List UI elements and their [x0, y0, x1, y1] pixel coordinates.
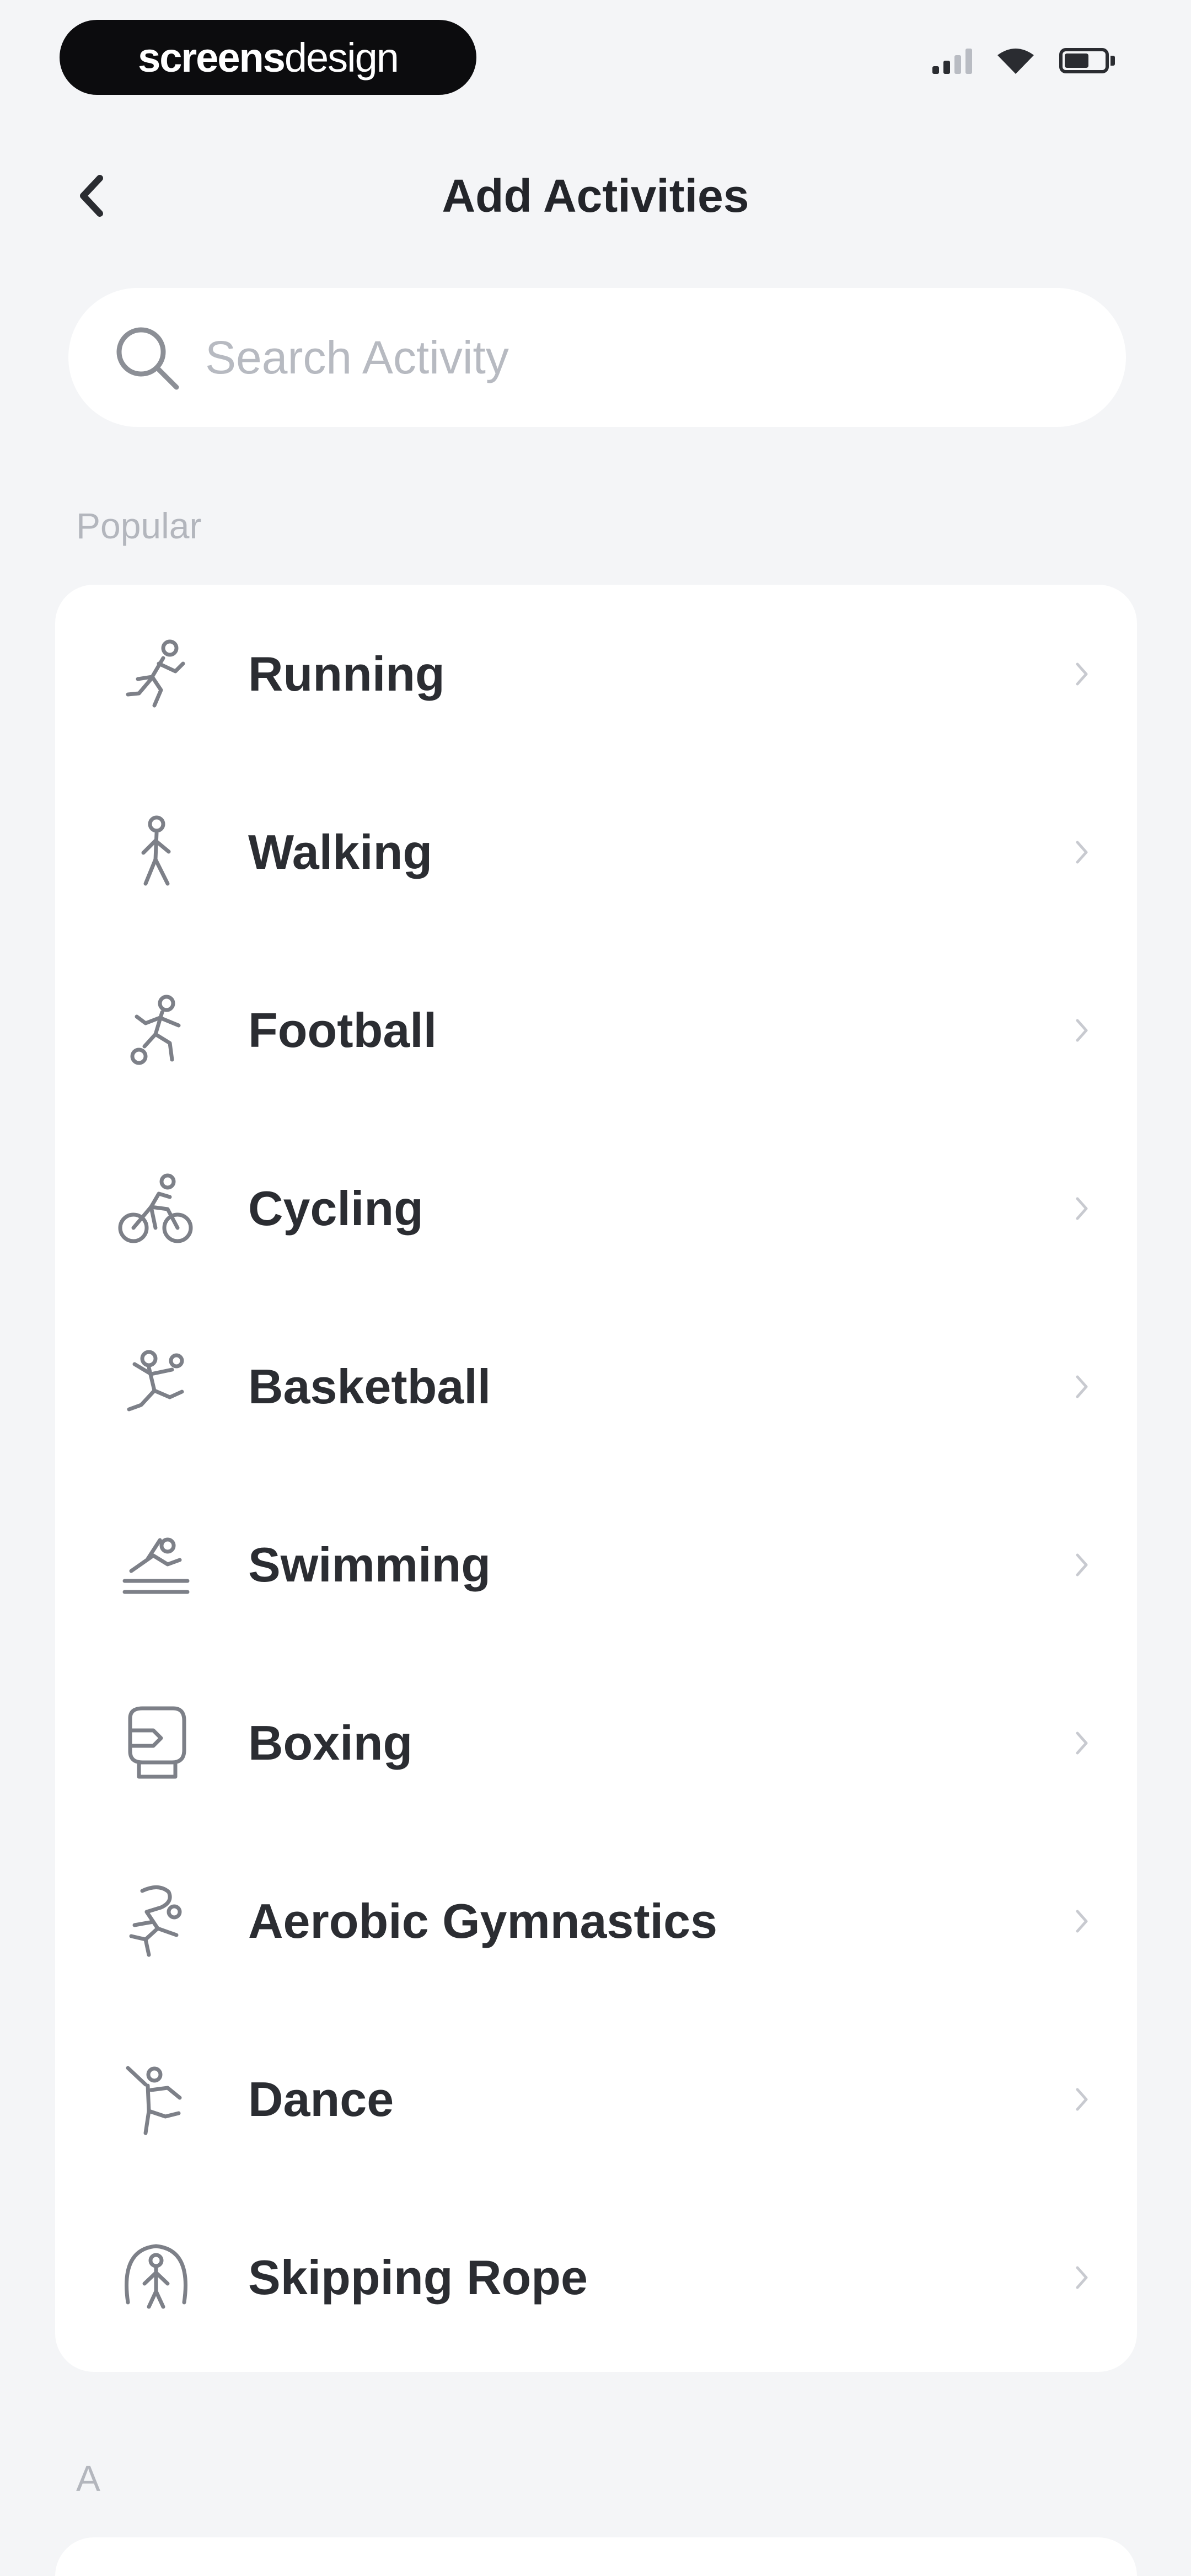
- chevron-right-icon: [1065, 836, 1098, 869]
- activity-label: Dance: [248, 2071, 394, 2126]
- chevron-right-icon: [1065, 2083, 1098, 2116]
- search-input[interactable]: [205, 330, 1087, 384]
- chevron-right-icon: [1065, 2261, 1098, 2294]
- wifi-icon: [997, 49, 1034, 74]
- activity-item-skipping-rope[interactable]: Skipping Rope: [55, 2188, 1137, 2366]
- activity-item-dance[interactable]: Dance: [55, 2010, 1137, 2188]
- brand-logo-light: design: [284, 34, 399, 81]
- activity-item-running[interactable]: Running: [55, 585, 1137, 763]
- boxing-icon: [115, 1702, 197, 1784]
- status-bar: screens design: [0, 0, 1191, 127]
- running-icon: [115, 633, 197, 715]
- activity-label: Swimming: [248, 1537, 491, 1592]
- activity-label: Football: [248, 1002, 437, 1057]
- activity-item-football[interactable]: Football: [55, 941, 1137, 1119]
- dance-icon: [115, 2058, 197, 2141]
- swimming-icon: [115, 1524, 197, 1606]
- page-title: Add Activities: [442, 170, 749, 222]
- activity-label: Skipping Rope: [248, 2249, 588, 2305]
- a-activities-list: [55, 2537, 1137, 2576]
- activity-item-basketball[interactable]: Basketball: [55, 1297, 1137, 1476]
- signal-icon: [932, 47, 972, 74]
- walking-icon: [115, 811, 197, 894]
- activity-label: Walking: [248, 824, 433, 879]
- brand-logo-bold: screens: [138, 34, 286, 81]
- nav-header: Add Activities: [0, 143, 1191, 243]
- status-icons: [932, 46, 1115, 75]
- search-icon: [116, 327, 179, 390]
- popular-activities-list: Running Walking Football Cycling Basketb…: [55, 585, 1137, 2372]
- activity-label: Aerobic Gymnastics: [248, 1893, 717, 1948]
- brand-logo: screens design: [60, 20, 476, 95]
- chevron-right-icon: [1065, 1192, 1098, 1225]
- aerobic-gymnastics-icon: [115, 1880, 197, 1963]
- section-label-popular: Popular: [76, 505, 202, 546]
- cycling-icon: [115, 1167, 197, 1250]
- section-label-a: A: [76, 2458, 101, 2499]
- chevron-right-icon: [1065, 1905, 1098, 1938]
- chevron-right-icon: [1065, 1727, 1098, 1760]
- search-bar[interactable]: [68, 288, 1126, 427]
- chevron-right-icon: [1065, 1548, 1098, 1581]
- chevron-right-icon: [1065, 1014, 1098, 1047]
- activity-label: Basketball: [248, 1359, 491, 1414]
- battery-icon: [1059, 48, 1115, 73]
- chevron-right-icon: [1065, 1370, 1098, 1403]
- basketball-icon: [115, 1345, 197, 1428]
- football-icon: [115, 989, 197, 1072]
- activity-label: Running: [248, 646, 445, 701]
- activity-item-cycling[interactable]: Cycling: [55, 1119, 1137, 1297]
- activity-label: Boxing: [248, 1715, 413, 1770]
- skipping-rope-icon: [115, 2236, 197, 2319]
- add-activities-screen: screens design Add Activities Search Act…: [0, 0, 1191, 2576]
- activity-item-walking[interactable]: Walking: [55, 763, 1137, 941]
- chevron-right-icon: [1065, 658, 1098, 691]
- activity-item-swimming[interactable]: Swimming: [55, 1476, 1137, 1654]
- activity-item-aerobic-gymnastics[interactable]: Aerobic Gymnastics: [55, 1832, 1137, 2010]
- activity-label: Cycling: [248, 1180, 423, 1236]
- activity-item-boxing[interactable]: Boxing: [55, 1654, 1137, 1832]
